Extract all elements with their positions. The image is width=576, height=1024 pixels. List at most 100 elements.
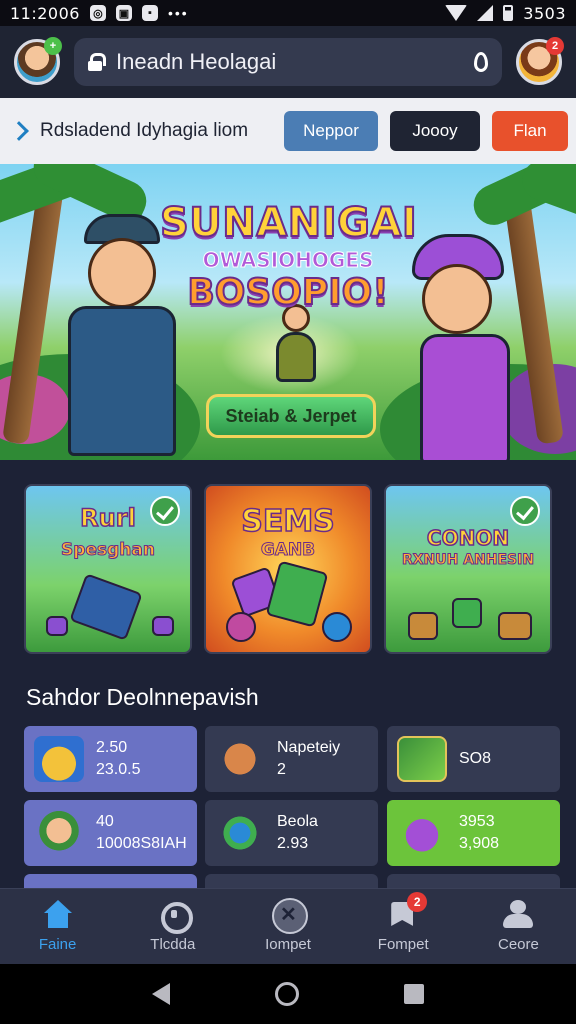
profile-icon	[500, 900, 536, 930]
featured-games: Rurl Spesghan SEMS GANB CONON RXNUH ANHE…	[24, 484, 552, 654]
online-badge-icon: +	[44, 37, 62, 55]
search-bar[interactable]: Ineadn Heolagai	[74, 38, 502, 86]
signal-icon	[477, 5, 494, 21]
gem-icon	[69, 573, 143, 641]
gem-icon	[265, 560, 329, 628]
location-pin-icon[interactable]	[474, 52, 488, 72]
gem-icon	[498, 612, 532, 640]
chevron-right-icon[interactable]	[9, 121, 29, 141]
nav-item-events[interactable]: 2 Fompet	[346, 889, 461, 964]
bottom-nav: Faine Tlcdda Iompet 2 Fompet Ceore	[0, 888, 576, 964]
home-icon	[40, 900, 76, 930]
stat-subvalue: 23.0.5	[96, 761, 141, 778]
game-card-sems[interactable]: SEMS GANB	[204, 484, 372, 654]
game-card-title: CONON	[426, 525, 510, 551]
stat-subvalue: 2.93	[277, 835, 309, 852]
gem-icon	[226, 612, 256, 642]
image-notification-icon: ▪	[141, 5, 158, 21]
stat-value: 2.50	[96, 739, 128, 756]
flag-icon: 2	[385, 892, 428, 930]
stat-subvalue: 3,908	[459, 835, 500, 852]
nav-item-games[interactable]: Tlcdda	[115, 889, 230, 964]
game-card-subtitle: GANB	[260, 540, 316, 561]
stat-value: Beola	[277, 813, 318, 830]
stat-tile[interactable]: 3953 3,908	[387, 800, 560, 866]
gallery-notification-icon: ▣	[115, 5, 132, 21]
game-card-conon[interactable]: CONON RXNUH ANHESIN	[384, 484, 552, 654]
search-text[interactable]: Ineadn Heolagai	[116, 49, 276, 75]
app-header: + Ineadn Heolagai 2	[0, 26, 576, 98]
gem-icon	[322, 612, 352, 642]
status-right-time: 3503	[523, 3, 566, 23]
user-avatar[interactable]: +	[14, 37, 62, 85]
gem-icon	[152, 616, 174, 636]
stat-tile-partial[interactable]	[24, 874, 197, 888]
compass-icon	[215, 810, 265, 856]
sub-header-title: Rdsladend Idyhagia liom	[40, 120, 249, 141]
game-card-rurl[interactable]: Rurl Spesghan	[24, 484, 192, 654]
hero-headline: SUNANIGAI OWASIOHOGES BOSOPIO!	[159, 199, 418, 314]
scroll-icon	[397, 736, 447, 782]
nav-item-profile[interactable]: Ceore	[461, 889, 576, 964]
app-root: 11:2006 ◎ ▣ ▪ ••• 3503 + Ineadn Heolagai…	[0, 0, 576, 1024]
gem-icon	[452, 598, 482, 628]
nav-notification-badge: 2	[407, 892, 428, 912]
nav-item-compete[interactable]: Iompet	[230, 889, 345, 964]
section-title: Sahdor Deolnnepavish	[26, 684, 259, 710]
back-icon[interactable]	[152, 983, 171, 1005]
stat-tile[interactable]: Beola 2.93	[205, 800, 378, 866]
nav-label: Tlcdda	[150, 936, 196, 953]
nav-label: Faine	[38, 936, 77, 953]
game-card-subtitle: Spesghan	[61, 540, 156, 561]
status-time: 11:2006	[10, 3, 80, 23]
adventurer-icon	[34, 810, 84, 856]
nav-label: Fompet	[377, 936, 429, 953]
hero-title-line1: SUNANIGAI	[159, 199, 418, 247]
sub-header: Rdsladend Idyhagia liom Neppor Joooy Fla…	[0, 98, 576, 164]
hero-cta-button[interactable]: Steiab & Jerpet	[206, 394, 376, 438]
stat-tile[interactable]: SO8	[387, 726, 560, 792]
game-card-title: SEMS	[240, 503, 335, 540]
compete-icon	[270, 898, 308, 934]
profile-avatar[interactable]: 2	[516, 37, 564, 85]
flan-button[interactable]: Flan	[492, 111, 568, 151]
stat-tile-partial[interactable]	[205, 874, 378, 888]
stat-tile[interactable]: 40 10008S8IAH	[24, 800, 197, 866]
hero-banner[interactable]: SUNANIGAI OWASIOHOGES BOSOPIO! Steiab & …	[0, 164, 576, 460]
recent-apps-icon[interactable]	[403, 984, 424, 1004]
system-nav-bar	[0, 964, 576, 1024]
more-notifications-icon: •••	[167, 5, 189, 21]
app-notification-icon: ◎	[89, 5, 106, 21]
battery-icon	[503, 5, 514, 21]
nav-label: Iompet	[265, 936, 311, 953]
treasure-icon	[34, 736, 84, 782]
hero-title-line3: BOSOPIO!	[186, 271, 389, 314]
home-button-icon[interactable]	[274, 982, 299, 1006]
game-card-subtitle: RXNUH ANHESIN	[401, 552, 535, 569]
nav-label: Ceore	[497, 936, 539, 953]
games-icon	[155, 900, 193, 934]
wifi-icon	[445, 5, 468, 21]
stat-tile-partial[interactable]	[387, 874, 560, 888]
stat-value: SO8	[459, 750, 492, 767]
stat-value: 3953	[459, 813, 495, 830]
stat-tile[interactable]: 2.50 23.0.5	[24, 726, 197, 792]
hero-title-line2: OWASIOHOGES	[202, 248, 374, 273]
status-bar: 11:2006 ◎ ▣ ▪ ••• 3503	[0, 0, 576, 26]
stat-value: 40	[96, 813, 114, 830]
check-icon	[150, 496, 180, 526]
creature-icon	[215, 736, 265, 782]
stat-tile[interactable]: Napeteiy 2	[205, 726, 378, 792]
nav-item-home[interactable]: Faine	[0, 889, 115, 964]
stat-subvalue: 2	[277, 761, 286, 778]
stat-subvalue: 10008S8IAH	[96, 835, 187, 852]
stat-value: Napeteiy	[277, 739, 341, 756]
hero-character-middle	[262, 304, 332, 394]
profile-notification-badge: 2	[546, 37, 564, 55]
gem-icon	[46, 616, 68, 636]
joooy-button[interactable]: Joooy	[390, 111, 480, 151]
gift-icon	[397, 810, 447, 856]
check-icon	[510, 496, 540, 526]
neppor-button[interactable]: Neppor	[284, 111, 378, 151]
lock-icon	[88, 53, 106, 71]
